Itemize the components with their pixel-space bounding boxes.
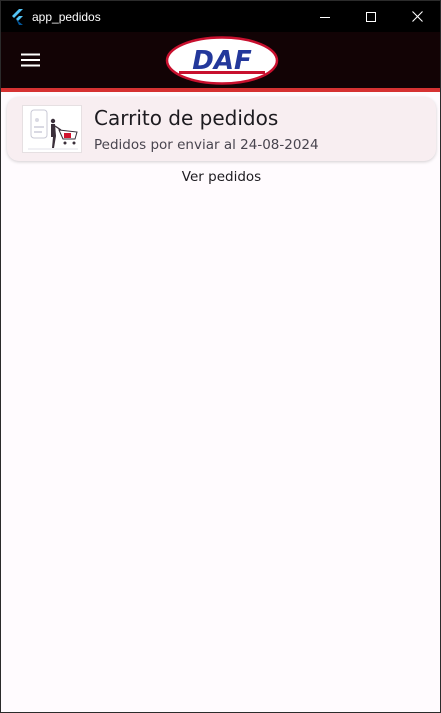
flutter-app-icon (12, 8, 23, 25)
cart-thumbnail (22, 105, 82, 153)
maximize-icon (366, 11, 376, 22)
hamburger-menu-icon (20, 53, 40, 67)
menu-button[interactable] (13, 44, 47, 76)
app-window: app_pedidos DAF Carrito de pedidos Pedid… (0, 0, 441, 713)
close-icon (411, 11, 423, 22)
maximize-button[interactable] (348, 1, 394, 32)
daf-logo: DAF (165, 36, 279, 85)
card-subtitle: Pedidos por enviar al 24-08-2024 (94, 137, 319, 153)
minimize-icon (320, 16, 330, 18)
app-bar: DAF (1, 32, 440, 88)
card-title: Carrito de pedidos (94, 106, 279, 130)
minimize-button[interactable] (302, 1, 348, 32)
window-title: app_pedidos (32, 9, 101, 24)
app-bar-accent-line (1, 88, 440, 92)
shopping-cart-illustration (28, 109, 78, 150)
close-button[interactable] (394, 1, 440, 32)
view-orders-link[interactable]: Ver pedidos (1, 169, 441, 185)
orders-cart-card[interactable]: Carrito de pedidos Pedidos por enviar al… (7, 97, 436, 161)
title-bar[interactable]: app_pedidos (1, 1, 440, 32)
